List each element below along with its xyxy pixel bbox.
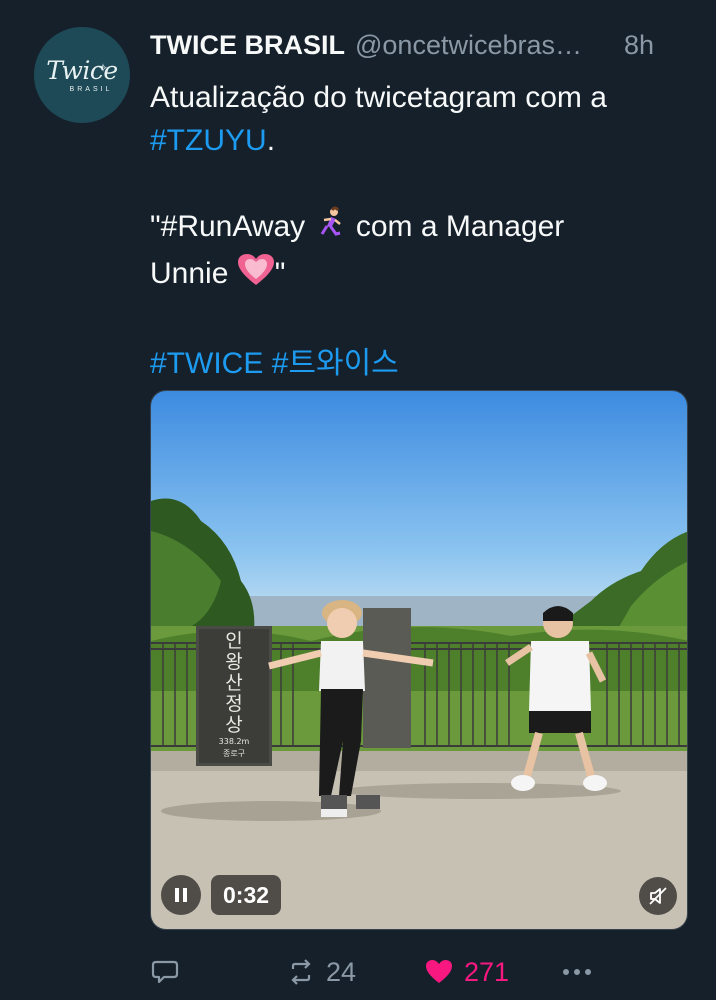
summit-sign-text: 인 왕 산 정 상 338.2m 종로구 xyxy=(199,631,269,760)
author-handle[interactable]: @oncetwicebras… xyxy=(355,30,610,61)
tweet-actions: 24 271 xyxy=(150,950,710,994)
more-icon xyxy=(563,969,591,975)
tweet-timestamp[interactable]: 8h xyxy=(624,30,654,61)
avatar-logo-subtext: BRASIL xyxy=(69,85,113,93)
avatar-logo-mark-icon: ✧ xyxy=(98,61,109,75)
sign-char: 정 xyxy=(225,693,243,715)
quote-text-start: "#RunAway xyxy=(150,210,314,243)
quote-text-close: " xyxy=(274,257,286,290)
sign-char: 인 xyxy=(225,630,243,652)
sign-height: 338.2m xyxy=(218,737,250,746)
author-name[interactable]: TWICE BRASIL xyxy=(150,30,345,61)
hashtag-korean[interactable]: #트와이스 xyxy=(272,347,399,380)
author-avatar[interactable]: Twice BRASIL ✧ xyxy=(34,27,130,123)
video-duration: 0:32 xyxy=(211,875,282,915)
quote-text-end: Unnie xyxy=(150,257,237,290)
sign-char: 상 xyxy=(225,714,243,736)
sign-char: 왕 xyxy=(225,651,243,673)
like-button[interactable]: 271 xyxy=(424,950,509,994)
woman-running-icon xyxy=(314,206,348,252)
quote-text-middle: com a Manager xyxy=(347,210,565,243)
like-count: 271 xyxy=(464,956,510,987)
reply-button[interactable] xyxy=(150,950,180,994)
hashtag-tzuyu[interactable]: #TZUYU xyxy=(150,124,267,157)
sign-district: 종로구 xyxy=(222,749,246,758)
tweet-text-line: Atualização do twicetagram com a xyxy=(150,81,607,114)
tweet-text-punct: . xyxy=(266,124,276,157)
unmute-button[interactable] xyxy=(639,877,677,915)
sign-char: 산 xyxy=(225,672,243,694)
more-button[interactable] xyxy=(560,950,594,994)
pause-icon xyxy=(175,888,179,902)
retweet-count: 24 xyxy=(326,956,357,987)
tweet-header: TWICE BRASIL @oncetwicebras… 8h xyxy=(150,30,690,68)
heart-icon xyxy=(426,960,452,983)
pink-heart-icon xyxy=(237,253,275,299)
retweet-icon xyxy=(291,959,311,985)
reply-icon xyxy=(151,960,179,984)
video-player[interactable]: 인 왕 산 정 상 338.2m 종로구 0:32 xyxy=(150,390,688,930)
tweet-text: Atualização do twicetagram com a #TZUYU.… xyxy=(150,76,690,385)
muted-speaker-icon xyxy=(649,887,667,905)
hashtag-twice[interactable]: #TWICE xyxy=(150,347,263,380)
pause-button[interactable] xyxy=(161,875,201,915)
retweet-button[interactable]: 24 xyxy=(286,950,356,994)
